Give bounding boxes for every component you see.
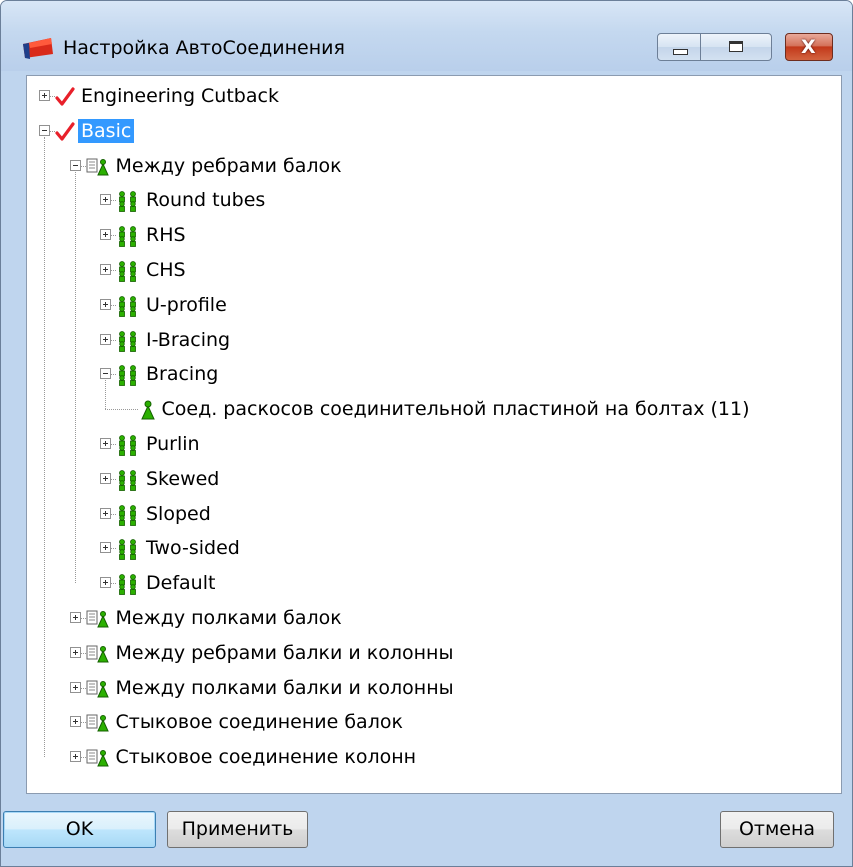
tree-node[interactable]: Между ребрами балки и колонны — [27, 637, 839, 671]
tree-node-label[interactable]: U-profile — [143, 293, 230, 317]
expand-icon[interactable] — [100, 438, 111, 449]
tree-node-label[interactable]: Между ребрами балок — [113, 154, 345, 178]
expand-icon[interactable] — [69, 751, 81, 763]
expand-icon[interactable] — [69, 716, 81, 728]
tree-node-label[interactable]: Two-sided — [143, 536, 243, 560]
tree-node[interactable]: Стыковое соединение колонн — [27, 741, 839, 775]
rule-group-icon — [85, 608, 111, 635]
rule-group-icon — [85, 678, 111, 705]
tree-node[interactable]: I-Bracing — [27, 324, 839, 358]
tree-node[interactable]: Между полками балок — [27, 602, 839, 636]
expand-icon[interactable] — [100, 194, 111, 206]
tree-node[interactable]: Стыковое соединение балок — [27, 706, 839, 740]
green-figures-icon — [115, 190, 141, 217]
ok-button[interactable]: OK — [3, 811, 156, 848]
tree-node[interactable]: Default — [27, 567, 839, 601]
rule-group-icon — [85, 712, 111, 739]
green-figures-icon — [115, 225, 141, 252]
collapse-icon[interactable] — [39, 124, 50, 136]
tree-node[interactable]: CHS — [27, 254, 839, 288]
collapse-icon[interactable] — [69, 159, 81, 171]
green-figures-icon — [115, 469, 141, 496]
expand-icon[interactable] — [100, 542, 111, 554]
tree-node-label[interactable]: Skewed — [143, 467, 222, 491]
tree-node-label[interactable]: Стыковое соединение колонн — [113, 745, 420, 769]
expand-icon[interactable] — [69, 646, 81, 658]
tree-node-label[interactable]: Basic — [78, 118, 135, 143]
tree-node[interactable]: Соед. раскосов соединительной пластиной … — [27, 393, 839, 427]
close-icon: X — [801, 36, 816, 58]
expand-icon[interactable] — [100, 577, 111, 589]
tree-node-label[interactable]: CHS — [143, 258, 189, 282]
tree-node[interactable]: RHS — [27, 219, 839, 253]
expand-icon[interactable] — [100, 472, 111, 484]
window-title: Настройка АвтоСоединения — [63, 37, 345, 59]
expand-icon[interactable] — [100, 264, 111, 275]
red-check-icon — [54, 86, 76, 113]
green-figure-icon — [139, 399, 157, 426]
tree-node-label[interactable]: Default — [143, 571, 218, 595]
autoconnection-tree[interactable]: Engineering Cutback Basic Между ребрами ба… — [26, 75, 842, 794]
green-figures-icon — [115, 364, 141, 391]
tree-node-label[interactable]: Round tubes — [143, 188, 268, 212]
collapse-icon[interactable] — [100, 368, 111, 380]
expand-icon[interactable] — [100, 229, 111, 241]
expand-icon[interactable] — [69, 681, 81, 693]
tree-node[interactable]: Между полками балки и колонны — [27, 672, 839, 706]
red-check-icon — [54, 121, 76, 148]
minimize-icon — [673, 49, 688, 55]
green-figures-icon — [115, 330, 141, 357]
dialog-window: Настройка АвтоСоединения X Engineering C… — [0, 0, 853, 867]
tree-node-label[interactable]: Bracing — [143, 362, 221, 386]
green-figures-icon — [115, 434, 141, 461]
tree-node-label[interactable]: Engineering Cutback — [78, 84, 282, 108]
tree-node[interactable]: Bracing — [27, 358, 839, 392]
expand-icon[interactable] — [39, 90, 50, 101]
tree-node-label[interactable]: Sloped — [143, 502, 214, 526]
tree-node-label[interactable]: Стыковое соединение балок — [113, 710, 406, 734]
green-figures-icon — [115, 260, 141, 287]
minimize-button[interactable] — [657, 33, 701, 61]
tree-node[interactable]: Engineering Cutback — [27, 80, 839, 114]
rule-group-icon — [85, 156, 111, 183]
tree-connector — [105, 409, 138, 411]
maximize-icon — [729, 41, 743, 52]
app-icon — [23, 38, 53, 59]
tree-node-label[interactable]: Между ребрами балки и колонны — [113, 641, 457, 665]
title-bar[interactable]: Настройка АвтоСоединения X — [1, 1, 852, 71]
cancel-button[interactable]: Отмена — [720, 811, 834, 848]
expand-icon[interactable] — [100, 507, 111, 519]
tree-node[interactable]: Skewed — [27, 463, 839, 497]
tree-node[interactable]: Basic — [27, 115, 839, 149]
expand-icon[interactable] — [100, 333, 111, 345]
rule-group-icon — [85, 747, 111, 774]
tree-node-label[interactable]: Purlin — [143, 432, 203, 456]
tree-node[interactable]: Two-sided — [27, 532, 839, 566]
green-figures-icon — [115, 295, 141, 322]
green-figures-icon — [115, 573, 141, 600]
tree-node-label[interactable]: RHS — [143, 223, 189, 247]
green-figures-icon — [115, 538, 141, 565]
tree-node[interactable]: Между ребрами балок — [27, 150, 839, 184]
tree-node[interactable]: Purlin — [27, 428, 839, 462]
tree-node[interactable]: Round tubes — [27, 184, 839, 218]
expand-icon[interactable] — [69, 612, 81, 623]
tree-node-label[interactable]: Между полками балки и колонны — [113, 676, 457, 700]
maximize-button[interactable] — [700, 33, 772, 61]
tree-node[interactable]: Sloped — [27, 498, 839, 532]
tree-node-label[interactable]: I-Bracing — [143, 328, 233, 352]
tree-node-label[interactable]: Соед. раскосов соединительной пластиной … — [159, 397, 753, 421]
tree-node-label[interactable]: Между полками балок — [113, 606, 345, 630]
green-figures-icon — [115, 504, 141, 531]
apply-button[interactable]: Применить — [167, 811, 308, 848]
tree-node[interactable]: U-profile — [27, 289, 839, 323]
expand-icon[interactable] — [100, 298, 111, 310]
rule-group-icon — [85, 643, 111, 670]
close-button[interactable]: X — [785, 33, 833, 61]
